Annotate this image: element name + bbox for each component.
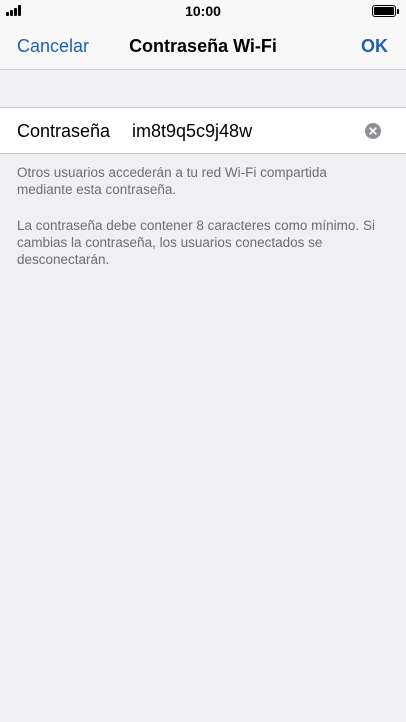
shared-info-note: Otros usuarios accederán a tu red Wi-Fi …: [17, 165, 327, 197]
ok-button[interactable]: OK: [361, 36, 388, 57]
password-label: Contraseña: [17, 121, 111, 141]
status-time: 10:00: [185, 3, 221, 19]
password-input[interactable]: [132, 117, 352, 145]
status-bar: 10:00: [0, 0, 406, 22]
cancel-button[interactable]: Cancelar: [17, 36, 89, 57]
password-requirements-note: La contraseña debe contener 8 caracteres…: [17, 218, 375, 267]
clear-circle-icon[interactable]: [365, 123, 381, 139]
wifi-password-screen: 10:00 Cancelar Contraseña Wi-Fi OK Contr…: [0, 0, 406, 722]
password-row: Contraseña: [0, 107, 406, 154]
battery-full-icon: [372, 5, 399, 17]
navigation-bar: Cancelar Contraseña Wi-Fi OK: [0, 22, 406, 70]
